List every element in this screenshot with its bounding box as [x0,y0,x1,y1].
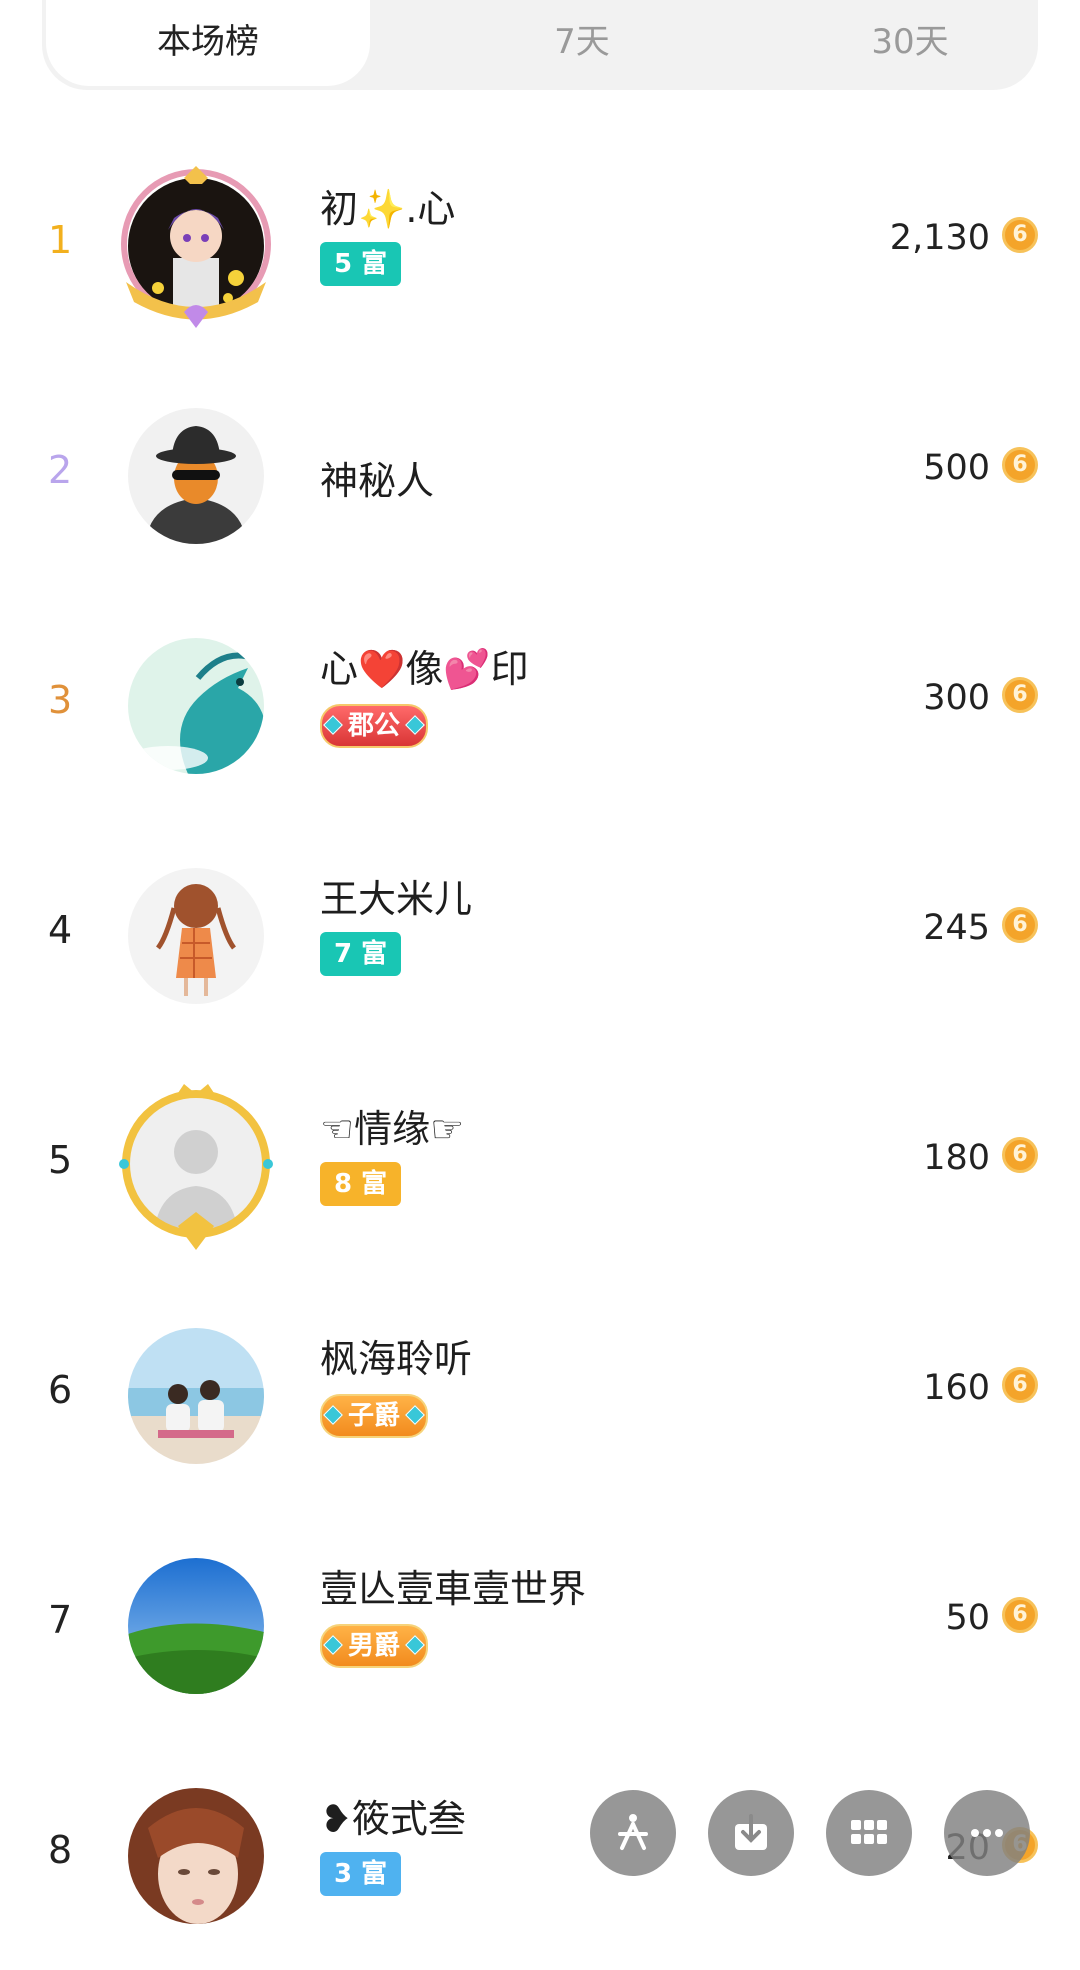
girl-braids-avatar-icon [128,868,264,1004]
tab-7-days[interactable]: 7天 [420,0,744,86]
gold-coin-icon: 6 [1002,1597,1038,1633]
user-name: 枫海聆听 [320,1337,473,1381]
rank-number: 7 [48,1598,73,1642]
gold-coin-icon: 6 [1002,1137,1038,1173]
doll-avatar-icon [128,1788,264,1924]
avatar[interactable] [128,638,264,774]
gold-coin-icon: 6 [1002,447,1038,483]
user-name: ❥筱式叁 [320,1797,466,1841]
rank-number: 8 [48,1828,73,1872]
avatar[interactable] [128,408,264,544]
noble-title-badge: 郡公 [320,704,429,748]
contribution-score: 2,130 [889,218,990,258]
green-field-avatar-icon [128,1558,264,1694]
avatar-frame-icon [119,1084,273,1250]
noble-title-badge: 男爵 [320,1624,429,1668]
avatar[interactable] [128,1788,264,1924]
sparkle-button[interactable] [590,1790,676,1876]
more-icon [971,1829,1003,1837]
tab-this-session[interactable]: 本场榜 [46,0,370,86]
more-button[interactable] [944,1790,1030,1876]
user-name: 王大米儿 [320,877,473,921]
download-button[interactable] [708,1790,794,1876]
user-name: ☜情缘☞ [320,1107,465,1151]
grid-menu-button[interactable] [826,1790,912,1876]
wealth-level-badge: 8 富 [320,1162,402,1206]
beach-couple-avatar-icon [128,1328,264,1464]
rank-number: 3 [48,678,73,722]
rank-number: 5 [48,1138,73,1182]
list-item[interactable]: 6 枫海聆听 子爵 160 6 [0,1280,1080,1510]
user-name: 心❤️像💕印 [320,647,529,691]
contribution-score: 500 [923,448,990,488]
noble-title-badge: 子爵 [320,1394,429,1438]
tab-30-days[interactable]: 30天 [748,0,1072,86]
contribution-score: 180 [923,1138,990,1178]
contribution-score: 50 [945,1598,990,1638]
grid-icon [851,1820,887,1844]
contribution-score: 160 [923,1368,990,1408]
avatar[interactable] [128,1328,264,1464]
user-name: 初✨.心 [320,187,456,231]
gold-coin-icon: 6 [1002,677,1038,713]
mystery-man-avatar-icon [128,408,264,544]
gold-coin-icon: 6 [1002,217,1038,253]
download-icon [735,1814,767,1850]
rank-number: 6 [48,1368,73,1412]
rank-number: 4 [48,908,73,952]
dragon-avatar-icon [128,638,264,774]
sparkle-icon [618,1814,648,1850]
avatar-frame-icon [121,166,271,328]
user-name: 壹亾壹車壹世界 [320,1567,587,1611]
contribution-score: 300 [923,678,990,718]
contribution-score: 245 [923,908,990,948]
list-item[interactable]: 8 ❥筱式叁 3 富 20 6 [0,1740,1080,1970]
list-item[interactable]: 3 心❤️像💕印 郡公 300 6 [0,590,1080,820]
wealth-level-badge: 7 富 [320,932,402,976]
list-item[interactable]: 4 王大米儿 7 富 245 6 [0,820,1080,1050]
rank-number: 2 [48,448,73,492]
user-name: 神秘人 [320,459,435,503]
rank-number: 1 [48,218,73,262]
list-item[interactable]: 2 神秘人 500 6 [0,360,1080,590]
avatar[interactable] [128,1558,264,1694]
wealth-level-badge: 3 富 [320,1852,402,1896]
avatar[interactable] [128,868,264,1004]
list-item[interactable]: 5 ☜情缘☞ 8 富 180 6 [0,1050,1080,1280]
gold-coin-icon: 6 [1002,907,1038,943]
gold-coin-icon: 6 [1002,1367,1038,1403]
time-range-tabs: 本场榜 7天 30天 [42,0,1038,90]
list-item[interactable]: 1 初✨.心 5 富 2,130 6 [0,130,1080,360]
list-item[interactable]: 7 壹亾壹車壹世界 男爵 50 6 [0,1510,1080,1740]
wealth-level-badge: 5 富 [320,242,402,286]
